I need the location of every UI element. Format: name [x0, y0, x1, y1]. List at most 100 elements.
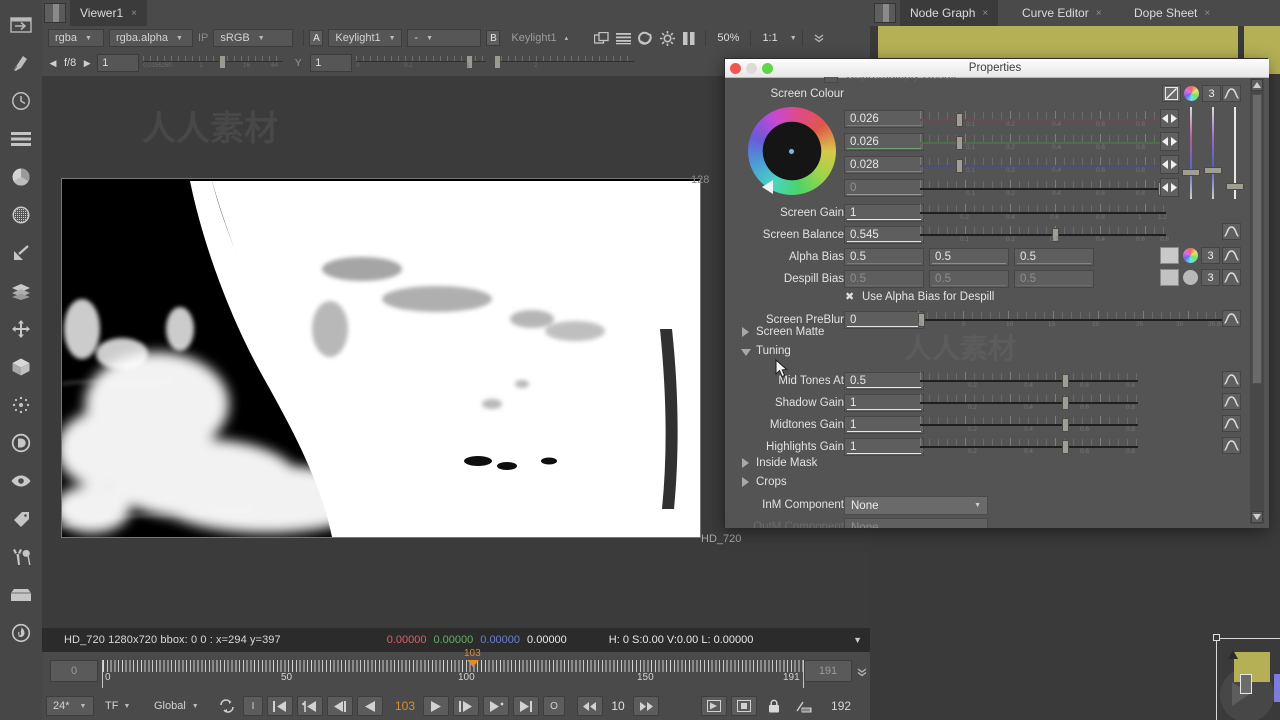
panel-grip-icon[interactable]	[874, 3, 896, 23]
color-wheel-icon[interactable]	[5, 160, 37, 194]
gamma-slider[interactable]: 0 0.1 1	[356, 53, 487, 73]
properties-scrollbar[interactable]	[1250, 78, 1264, 524]
animation-curve-icon[interactable]	[1222, 85, 1241, 102]
gain-input[interactable]: 1	[97, 54, 140, 72]
deep-d-icon[interactable]	[5, 426, 37, 460]
timecode-mode-dropdown[interactable]: TF ▼	[99, 696, 143, 716]
proxy-icon[interactable]	[656, 28, 678, 48]
goto-start-button[interactable]	[267, 696, 293, 716]
alpha-bias-g-field[interactable]: 0.5	[929, 248, 1009, 266]
transform-tool-icon[interactable]	[5, 8, 37, 42]
step-back-button[interactable]	[327, 696, 353, 716]
saturation-vertical-slider[interactable]	[1204, 107, 1222, 199]
input-dash-dropdown[interactable]: - ▼	[407, 29, 482, 47]
alpha-bias-r-field[interactable]: 0.5	[844, 248, 924, 266]
chevron-down-icon[interactable]: ▼	[790, 35, 797, 42]
outm-component-dropdown[interactable]: None	[844, 518, 988, 528]
animation-curve-icon[interactable]	[1222, 371, 1241, 388]
gain-slider[interactable]: 0.0156250 1 16 64	[143, 53, 284, 73]
wipe-icon[interactable]	[590, 28, 612, 48]
properties-titlebar[interactable]: Properties	[725, 59, 1269, 78]
screen-colour-g-field[interactable]: 0.026	[844, 133, 924, 151]
gamma-input[interactable]: 1	[310, 54, 353, 72]
frame-step-value[interactable]: 10	[607, 696, 629, 716]
shadow-gain-slider[interactable]: 0 0.2 0.4 0.6 0.8	[920, 393, 1138, 413]
screen-matte-twirl-icon[interactable]	[742, 327, 749, 337]
exposure-slider[interactable]: 2	[494, 53, 635, 73]
screen-colour-r-slider[interactable]: 00.10.20.40.60.81	[920, 110, 1166, 130]
alpha-bias-b-field[interactable]: 0.5	[1014, 248, 1094, 266]
animation-curve-icon[interactable]	[1222, 269, 1241, 286]
back-frames-button[interactable]	[577, 696, 604, 716]
frame-range-icon[interactable]	[791, 696, 817, 716]
animation-curve-icon[interactable]	[1222, 223, 1241, 240]
colour-wheel-marker[interactable]	[762, 180, 773, 194]
unpremultiply-checkbox[interactable]	[824, 77, 838, 83]
prev-keyframe-button[interactable]	[297, 696, 323, 716]
record-button[interactable]: O	[543, 696, 566, 716]
animation-curve-icon[interactable]	[1222, 393, 1241, 410]
screen-gain-field[interactable]: 1	[844, 204, 924, 222]
colorspace-dropdown[interactable]: sRGB ▼	[213, 29, 294, 47]
despill-bias-wheel-icon[interactable]	[1183, 270, 1198, 285]
goto-end-button[interactable]	[513, 696, 540, 716]
screen-colour-r-field[interactable]: 0.026	[844, 110, 924, 128]
paint-brush-icon[interactable]	[5, 46, 37, 80]
nudge-r-button[interactable]	[1160, 109, 1179, 128]
keyer-dropper-icon[interactable]	[5, 236, 37, 270]
nudge-b-button[interactable]	[1160, 155, 1179, 174]
animation-curve-icon[interactable]	[1222, 310, 1241, 327]
shadow-gain-field[interactable]: 1	[844, 394, 924, 412]
colour-picker-icon[interactable]	[1162, 85, 1181, 102]
animation-curve-icon[interactable]	[1222, 247, 1241, 264]
play-forward-button[interactable]	[423, 696, 450, 716]
stop-mode-button[interactable]	[731, 696, 758, 716]
alpha-bias-channel-count[interactable]: 3	[1201, 247, 1220, 264]
midtones-gain-slider[interactable]: 0 0.2 0.4 0.6 0.8	[920, 415, 1138, 435]
channel-count-button[interactable]: 3	[1202, 85, 1221, 102]
lock-range-icon[interactable]	[761, 696, 787, 716]
mid-tones-at-slider[interactable]: 0 0.2 0.4 0.6 0.8	[920, 371, 1138, 391]
node-graph-overview[interactable]	[1213, 612, 1280, 720]
highlights-gain-slider[interactable]: 0 0.2 0.4 0.6 0.8	[920, 437, 1138, 457]
close-icon[interactable]: ×	[982, 8, 988, 19]
timeline-out-frame[interactable]: 191	[804, 660, 852, 682]
close-window-button[interactable]	[730, 62, 741, 74]
zoom-window-button[interactable]	[762, 62, 773, 74]
tab-node-graph[interactable]: Node Graph ×	[900, 0, 999, 26]
tab-dope-sheet[interactable]: Dope Sheet ×	[1124, 0, 1220, 26]
sync-dropdown[interactable]: Global ▼	[148, 696, 210, 716]
highlights-gain-field[interactable]: 1	[844, 438, 924, 456]
panel-grip-icon[interactable]	[44, 3, 66, 23]
step-forward-button[interactable]	[453, 696, 480, 716]
particles-icon[interactable]	[5, 388, 37, 422]
animation-curve-icon[interactable]	[1222, 437, 1241, 454]
play-reverse-button[interactable]	[357, 696, 383, 716]
midtones-gain-field[interactable]: 1	[844, 416, 924, 434]
screen-preblur-field[interactable]: 0	[844, 311, 924, 329]
views-eye-icon[interactable]	[5, 464, 37, 498]
section-tuning[interactable]: Tuning	[756, 341, 791, 361]
loop-icon[interactable]	[215, 696, 239, 716]
inm-component-dropdown[interactable]: None ▼	[844, 496, 988, 515]
layers-stack-icon[interactable]	[5, 122, 37, 156]
zoom-level[interactable]: 50%	[711, 32, 745, 44]
screen-colour-b-slider[interactable]: 00.10.20.40.60.81	[920, 156, 1166, 176]
gain-next-icon[interactable]: ▶	[80, 53, 94, 73]
node-thumb-b[interactable]	[1274, 674, 1280, 702]
section-crops[interactable]: Crops	[756, 472, 787, 492]
section-inside-m[interactable]: Inside Mask	[756, 453, 817, 473]
despill-bias-r-field[interactable]: 0.5	[844, 270, 924, 288]
alpha-bias-wheel-icon[interactable]	[1183, 248, 1198, 263]
screen-colour-a-field[interactable]: 0	[844, 179, 924, 197]
input-a-dropdown[interactable]: Keylight1 ▼	[328, 29, 403, 47]
input-b-dropdown[interactable]: Keylight1 ▴	[505, 29, 579, 47]
channels-dropdown[interactable]: rgba ▼	[48, 29, 104, 47]
chevron-down-icon[interactable]: ▼	[853, 635, 862, 645]
screen-balance-field[interactable]: 0.545	[844, 226, 924, 244]
value-vertical-slider[interactable]	[1226, 107, 1244, 199]
despill-bias-g-field[interactable]: 0.5	[929, 270, 1009, 288]
viewer-tab[interactable]: Viewer1 ×	[70, 0, 147, 26]
close-icon[interactable]: ×	[131, 8, 137, 19]
colour-wheel-cursor[interactable]	[788, 148, 795, 155]
